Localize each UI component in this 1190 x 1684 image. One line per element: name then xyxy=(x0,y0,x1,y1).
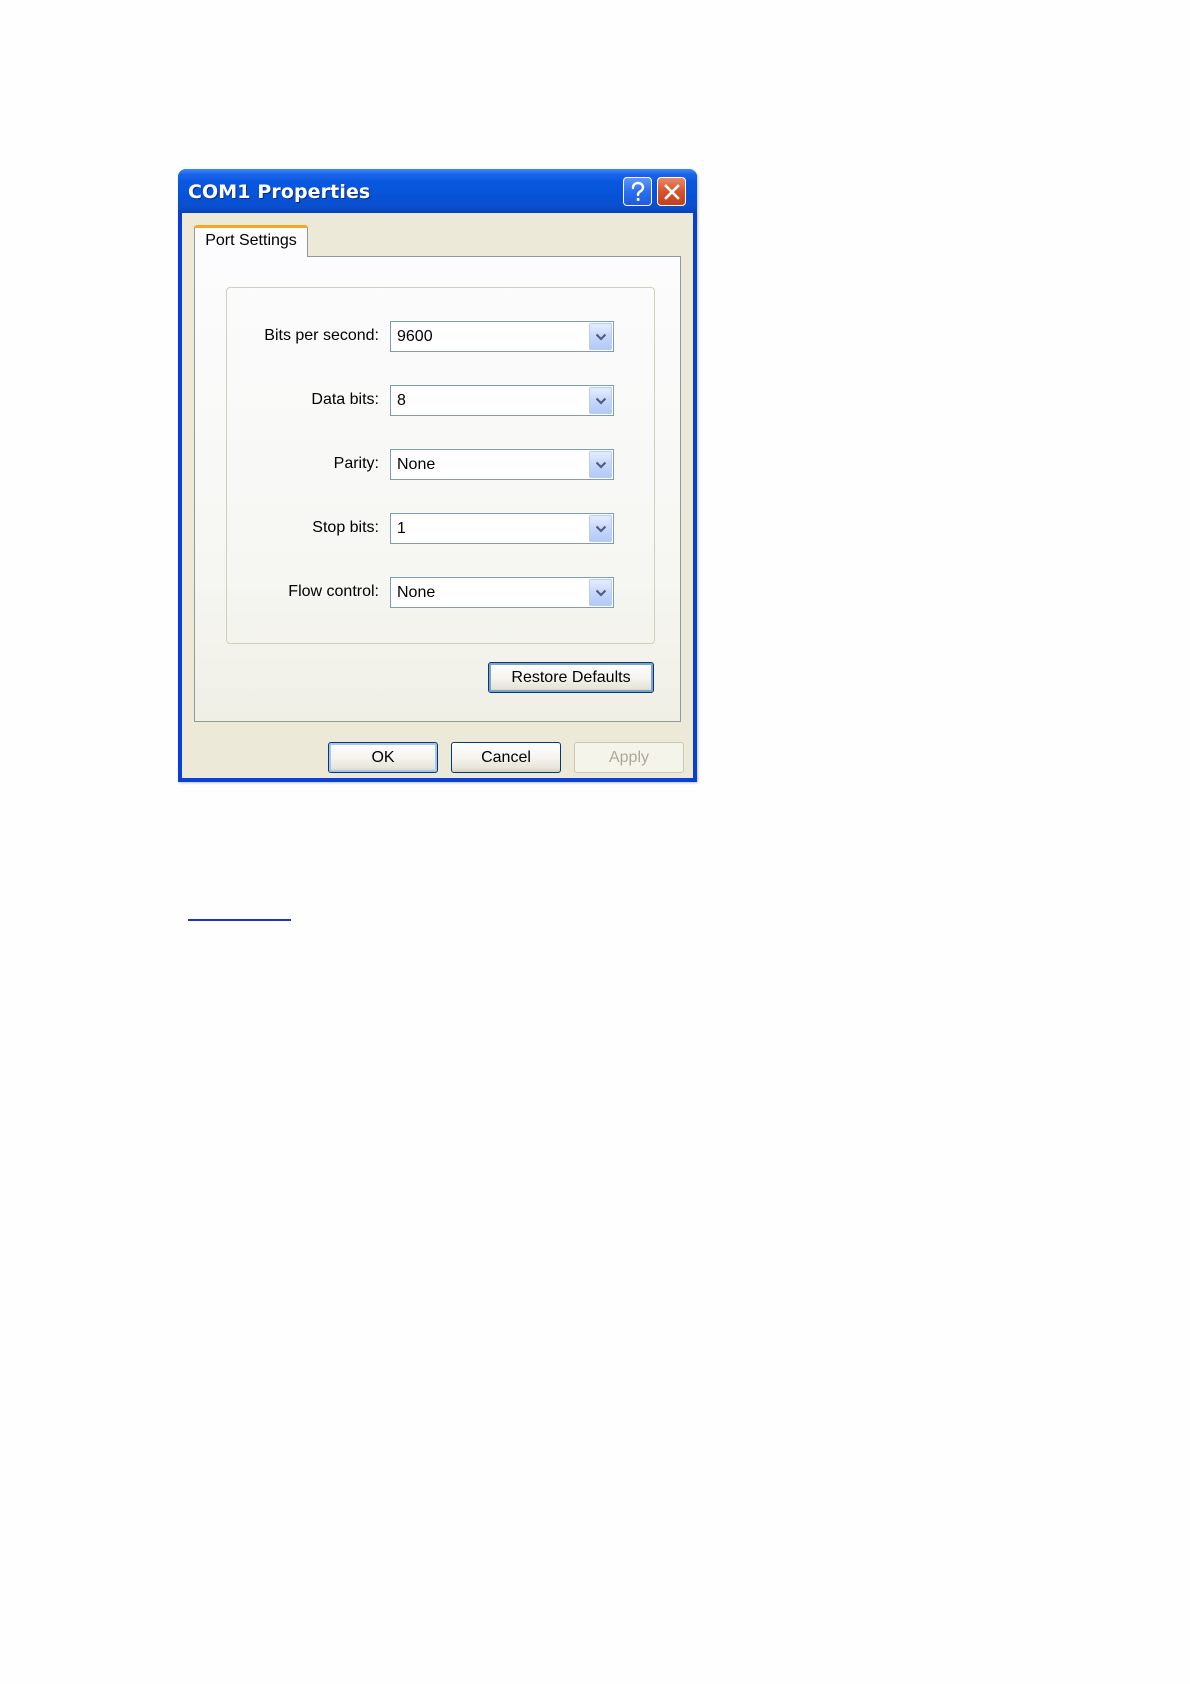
dialog-title: COM1 Properties xyxy=(188,181,371,203)
parity-value: None xyxy=(397,456,436,473)
tab-port-settings[interactable]: Port Settings xyxy=(194,225,308,257)
data-bits-dropdown-button[interactable] xyxy=(589,387,612,414)
dialog-client-area: Port Settings Bits per second: 9600 Data… xyxy=(182,213,693,778)
stop-bits-row: Stop bits: 1 xyxy=(227,513,654,545)
flow-control-value: None xyxy=(397,584,436,601)
hyperlink-underline[interactable] xyxy=(188,919,291,921)
flow-control-row: Flow control: None xyxy=(227,577,654,609)
port-settings-group: Bits per second: 9600 Data bits: 8 Parit… xyxy=(226,287,655,644)
close-button[interactable] xyxy=(657,177,686,206)
chevron-down-icon xyxy=(595,461,606,469)
help-question-icon xyxy=(631,181,644,201)
parity-label: Parity: xyxy=(333,455,379,472)
restore-defaults-button[interactable]: Restore Defaults xyxy=(488,662,654,693)
cancel-button[interactable]: Cancel xyxy=(451,742,561,773)
bits-per-second-dropdown-button[interactable] xyxy=(589,323,612,350)
help-button[interactable] xyxy=(623,177,652,206)
tab-port-settings-label: Port Settings xyxy=(205,232,297,249)
parity-dropdown-button[interactable] xyxy=(589,451,612,478)
stop-bits-dropdown-button[interactable] xyxy=(589,515,612,542)
port-settings-page: Bits per second: 9600 Data bits: 8 Parit… xyxy=(194,256,681,722)
bits-per-second-value: 9600 xyxy=(397,328,433,345)
parity-select[interactable]: None xyxy=(390,449,614,480)
dialog-titlebar[interactable]: COM1 Properties xyxy=(178,169,697,213)
stop-bits-label: Stop bits: xyxy=(312,519,379,536)
data-bits-row: Data bits: 8 xyxy=(227,385,654,417)
flow-control-select[interactable]: None xyxy=(390,577,614,608)
data-bits-select[interactable]: 8 xyxy=(390,385,614,416)
chevron-down-icon xyxy=(595,397,606,405)
chevron-down-icon xyxy=(595,333,606,341)
flow-control-label: Flow control: xyxy=(288,583,379,600)
com1-properties-dialog: COM1 Properties Port Settings Bits per s… xyxy=(178,169,697,782)
data-bits-value: 8 xyxy=(397,392,406,409)
stop-bits-select[interactable]: 1 xyxy=(390,513,614,544)
flow-control-dropdown-button[interactable] xyxy=(589,579,612,606)
ok-button[interactable]: OK xyxy=(328,742,438,773)
close-x-icon xyxy=(663,183,680,200)
bits-per-second-row: Bits per second: 9600 xyxy=(227,321,654,353)
stop-bits-value: 1 xyxy=(397,520,406,537)
bits-per-second-select[interactable]: 9600 xyxy=(390,321,614,352)
apply-button: Apply xyxy=(574,742,684,773)
data-bits-label: Data bits: xyxy=(311,391,379,408)
bits-per-second-label: Bits per second: xyxy=(264,327,379,344)
chevron-down-icon xyxy=(595,525,606,533)
parity-row: Parity: None xyxy=(227,449,654,481)
chevron-down-icon xyxy=(595,589,606,597)
